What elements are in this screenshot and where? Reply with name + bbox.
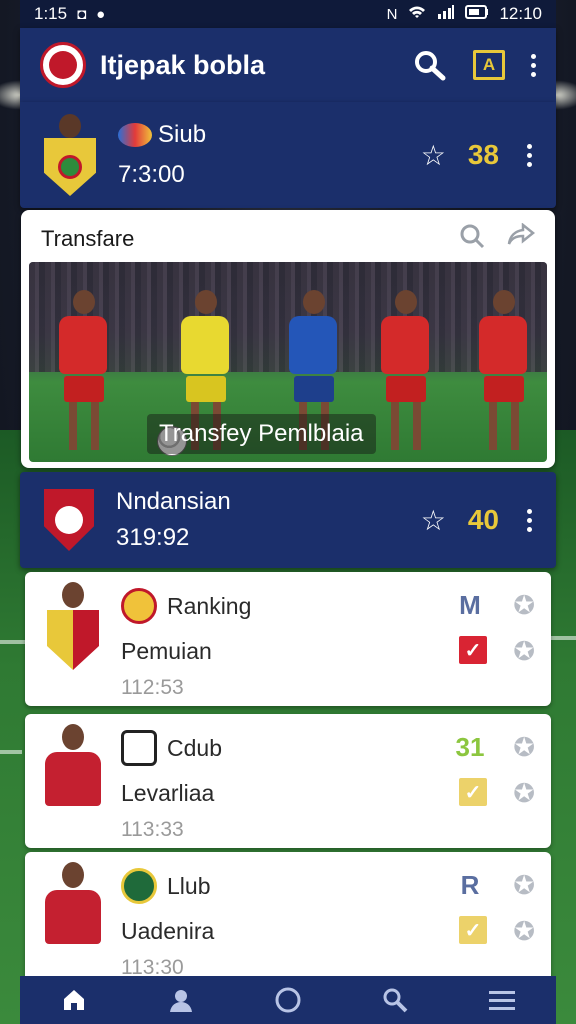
home-icon[interactable] [44,987,104,1013]
search-icon[interactable] [459,223,485,256]
app-header: Itjepak bobla A [20,28,556,102]
club-crest-icon [121,730,157,766]
star-icon[interactable]: ☆ [421,139,446,172]
checkbox[interactable]: ✓ [459,778,487,806]
more-vertical-icon[interactable] [531,53,536,77]
app-title: Itjepak bobla [100,49,266,80]
signal-icon [437,5,455,23]
club-shield-icon [44,489,94,551]
player-avatar [45,582,101,670]
player-name: Pemuian [121,638,212,664]
club-score: 38 [467,139,499,170]
player-avatar [45,724,101,806]
club-time: 319:92 [116,524,190,551]
photo-caption: Transfey Pemlblaia [147,414,376,454]
item-time: 112:53 [121,676,184,699]
pin-icon[interactable]: ✪ [513,778,535,809]
player-avatar [44,114,96,196]
pin-icon[interactable]: ✪ [513,916,535,947]
checkbox[interactable]: ✓ [459,636,487,664]
club-crest-icon [121,868,157,904]
player-figure [59,290,109,450]
transfer-photo[interactable]: Transfey Pemlblaia [29,262,547,462]
pin-icon[interactable]: ✪ [513,870,535,901]
status-bar: 1:15 ◘ ● N 12:10 [20,0,556,28]
club-time: 7:3:00 [118,161,185,188]
search-icon[interactable] [365,987,425,1013]
player-figure [381,290,431,450]
more-vertical-icon[interactable] [527,508,532,532]
profile-icon[interactable] [151,987,211,1013]
circle-icon[interactable] [258,986,318,1014]
app-logo [40,42,86,88]
club-name: Siub [158,121,207,148]
status-mark: R [460,870,480,900]
pin-icon[interactable]: ✪ [513,590,535,621]
club-shield-icon [44,138,96,196]
list-item[interactable]: Llub Uadenira 113:30 R ✓ ✪ ✪ [25,852,551,986]
checkbox[interactable]: ✓ [459,916,487,944]
nfc-icon: N [386,5,398,23]
club-crest-icon [118,123,152,147]
status-time: 1:15 [34,4,68,23]
club-name: Nndansian [116,488,231,515]
bottom-nav [20,976,556,1024]
pin-icon[interactable]: ✪ [513,732,535,763]
item-time: 113:33 [121,818,184,841]
app-notification-icon: ● [96,5,106,23]
club-card-top[interactable]: Siub 7:3:00 ☆ 38 [20,102,556,208]
share-icon[interactable] [507,221,536,256]
menu-icon[interactable] [472,989,532,1011]
club-name: Llub [167,872,211,899]
club-name: Cdub [167,734,222,761]
a-box-icon[interactable]: A [473,50,505,80]
player-name: Levarliaa [121,780,215,806]
pin-icon[interactable]: ✪ [513,636,535,667]
player-name: Uadenira [121,918,215,944]
club-crest-icon [121,588,157,624]
status-mark: M [459,590,481,620]
player-figure [479,290,529,450]
status-clock: 12:10 [499,4,542,23]
search-icon[interactable] [413,49,447,81]
list-item[interactable]: Cdub Levarliaa 113:33 31 ✓ ✪ ✪ [25,714,551,848]
club-name: Ranking [167,592,252,619]
more-vertical-icon[interactable] [527,143,532,167]
star-icon[interactable]: ☆ [421,504,446,537]
status-mark: 31 [455,732,485,762]
player-avatar [45,862,101,944]
pitch-line [0,750,22,754]
club-list: Ranking Pemuian 112:53 M ✓ ✪ ✪ Cdub Leva… [21,572,555,986]
camera-icon: ◘ [77,5,87,23]
list-item[interactable]: Ranking Pemuian 112:53 M ✓ ✪ ✪ [25,572,551,706]
club-score: 40 [467,504,499,535]
transfer-title: Transfare [41,226,135,251]
wifi-icon [407,4,427,24]
club-card-mid[interactable]: Nndansian 319:92 ☆ 40 [20,472,556,568]
battery-icon [465,5,489,23]
transfer-card[interactable]: Transfare Transfey Pemlblaia [21,210,555,468]
